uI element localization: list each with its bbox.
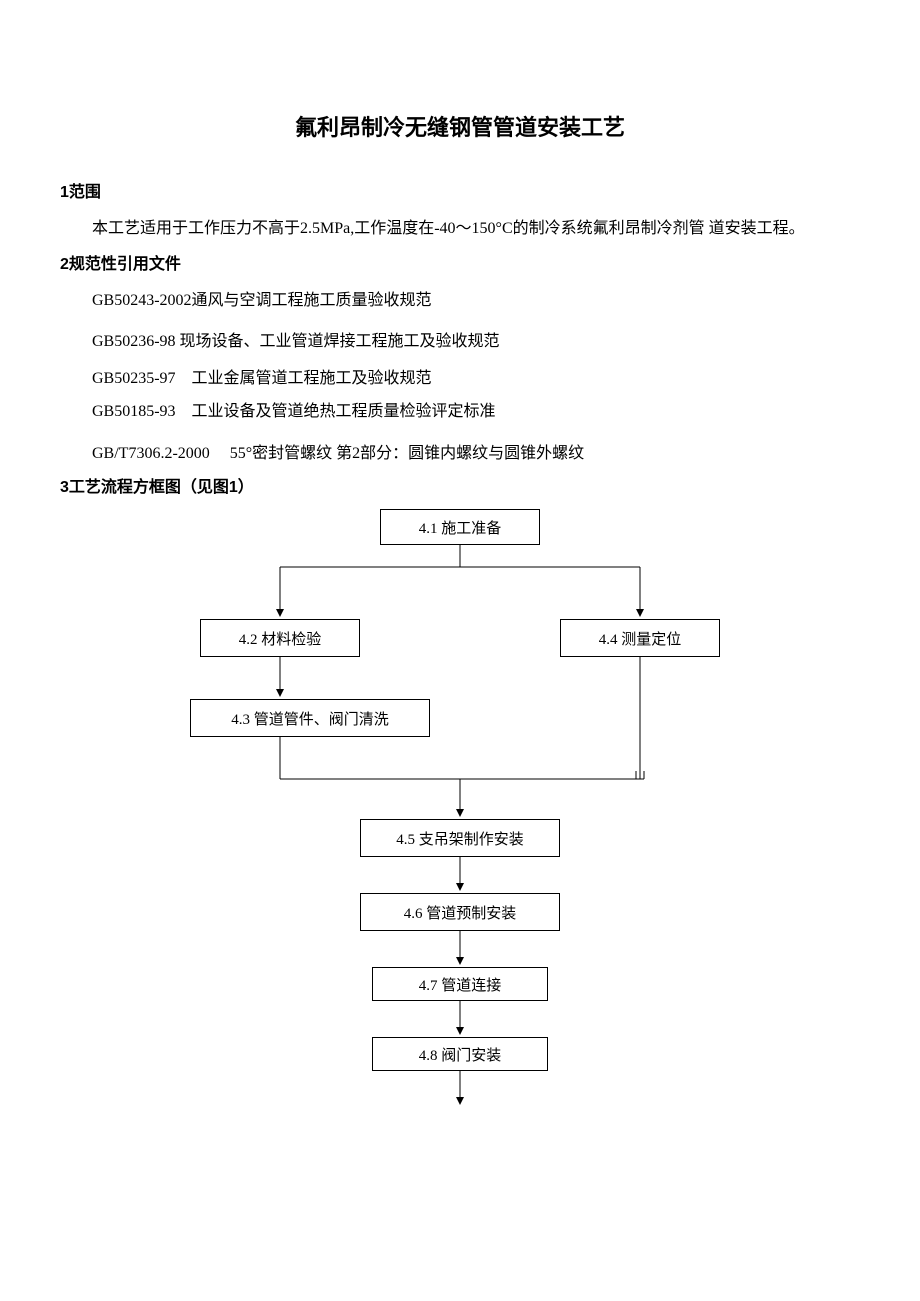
section-3-heading: 3工艺流程方框图（见图1） xyxy=(60,473,860,497)
flowchart-container: 4.1 施工准备 4.2 材料检验 4.4 测量定位 4.3 管道管件、阀门清洗… xyxy=(60,509,860,1109)
flow-node-44: 4.4 测量定位 xyxy=(560,619,720,657)
page-title: 氟利昂制冷无缝钢管管道安装工艺 xyxy=(60,110,860,142)
ref-2: GB50236-98 现场设备、工业管道焊接工程施工及验收规范 xyxy=(60,323,860,361)
flow-node-48: 4.8 阀门安装 xyxy=(372,1037,548,1071)
flow-node-43: 4.3 管道管件、阀门清洗 xyxy=(190,699,430,737)
flowchart: 4.1 施工准备 4.2 材料检验 4.4 测量定位 4.3 管道管件、阀门清洗… xyxy=(190,509,730,1109)
flow-node-41: 4.1 施工准备 xyxy=(380,509,540,545)
ref-3: GB50235-97 工业金属管道工程施工及验收规范 xyxy=(60,362,860,396)
flow-node-42: 4.2 材料检验 xyxy=(200,619,360,657)
flow-node-47: 4.7 管道连接 xyxy=(372,967,548,1001)
ref-5: GB/T7306.2-2000 55°密封管螺纹 第2部分：圆锥内螺纹与圆锥外螺… xyxy=(60,435,860,473)
ref-1: GB50243-2002通风与空调工程施工质量验收规范 xyxy=(60,284,860,318)
flowchart-arrows xyxy=(190,509,730,1109)
flow-node-45: 4.5 支吊架制作安装 xyxy=(360,819,560,857)
ref-4: GB50185-93 工业设备及管道绝热工程质量检验评定标准 xyxy=(60,395,860,429)
section-1-heading: 1范围 xyxy=(60,178,860,202)
flow-node-46: 4.6 管道预制安装 xyxy=(360,893,560,931)
section-2-heading: 2规范性引用文件 xyxy=(60,250,860,274)
section-1-body: 本工艺适用于工作压力不高于2.5MPa,工作温度在-40〜150°C的制冷系统氟… xyxy=(60,212,860,246)
